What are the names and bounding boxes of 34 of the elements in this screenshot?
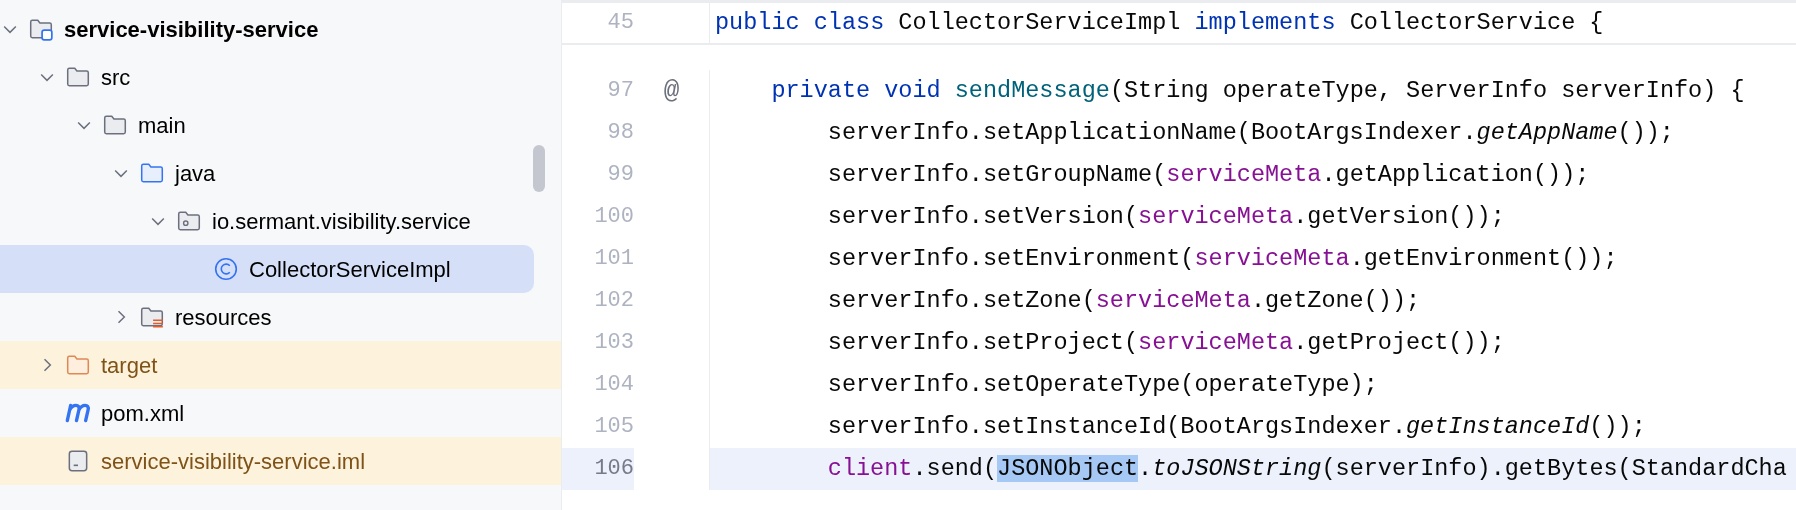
code-line: serverInfo.setOperateType(operateType);: [709, 364, 1796, 406]
line-number: 105: [593, 413, 634, 441]
line-number: 104: [593, 371, 634, 399]
tree-item[interactable]: CollectorServiceImpl: [0, 245, 534, 293]
line-number: 98: [606, 119, 634, 147]
tree-item[interactable]: pom.xml: [0, 389, 561, 437]
scrollbar-thumb[interactable]: [533, 145, 545, 192]
code-line: public class CollectorServiceImpl implements CollectorService {: [709, 3, 1796, 43]
tree-item[interactable]: java: [0, 149, 561, 197]
tree-item[interactable]: resources: [0, 293, 561, 341]
at-sign-icon[interactable]: @: [663, 76, 680, 106]
line-number: 101: [593, 245, 634, 273]
code-line: serverInfo.setEnvironment(serviceMeta.getEnvironment());: [709, 238, 1796, 280]
line-number: 102: [593, 287, 634, 315]
line-number: 45: [606, 9, 634, 37]
m-icon: [65, 403, 91, 423]
code-line: serverInfo.setVersion(serviceMeta.getVersion());: [709, 196, 1796, 238]
tree-item[interactable]: src: [0, 53, 561, 101]
line-number: 103: [593, 329, 634, 357]
tree-item[interactable]: io.sermant.visibility.service: [0, 197, 561, 245]
tree-item[interactable]: target: [0, 341, 561, 389]
code-line: serverInfo.setApplicationName(BootArgsIndexer.getAppName());: [709, 112, 1796, 154]
line-number: 100: [593, 203, 634, 231]
class-icon: [213, 256, 239, 282]
code-line: serverInfo.setProject(serviceMeta.getProject());: [709, 322, 1796, 364]
line-number: 99: [606, 161, 634, 189]
code-line: private void sendMessage(String operateType, ServerInfo serverInfo) {: [709, 70, 1796, 112]
tree-item[interactable]: service-visibility-service: [0, 5, 561, 53]
code-line: serverInfo.setGroupName(serviceMeta.getApplication());: [709, 154, 1796, 196]
line-number: 106: [562, 448, 634, 490]
tree-item[interactable]: service-visibility-service.iml: [0, 437, 561, 485]
line-number: 97: [606, 77, 634, 105]
tree-item[interactable]: main: [0, 101, 561, 149]
code-line: serverInfo.setZone(serviceMeta.getZone());: [709, 280, 1796, 322]
